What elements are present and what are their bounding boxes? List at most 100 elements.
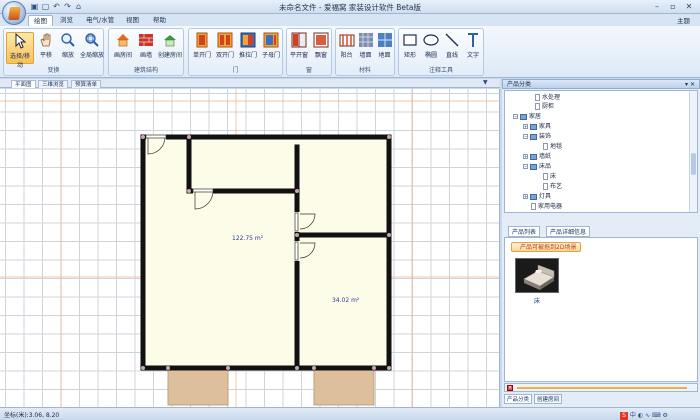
- save-icon[interactable]: ▣: [30, 2, 39, 11]
- document-tab-bar: 平面图 三维浏览 预算清单 ▼: [0, 79, 500, 88]
- tab-3d-browse[interactable]: 三维浏览: [38, 80, 69, 88]
- expand-icon[interactable]: +: [523, 154, 528, 159]
- tree-item[interactable]: − 床品: [523, 162, 551, 171]
- tree-item[interactable]: 床: [543, 172, 556, 181]
- minimize-icon[interactable]: –: [650, 1, 664, 12]
- tree-item[interactable]: 布艺: [543, 182, 562, 191]
- tree-item[interactable]: + 家具: [523, 122, 551, 131]
- window-title: 未命名文件 - 爱福窝 家装设计软件 Beta版: [278, 3, 422, 12]
- tab-budget-list[interactable]: 预算清单: [71, 80, 102, 88]
- casement-window-button[interactable]: 平开窗: [288, 32, 310, 64]
- floor-plan-canvas[interactable]: 122.75 m² 34.02 m²: [0, 89, 500, 407]
- zoom-button[interactable]: 缩放: [58, 32, 78, 64]
- theme-menu[interactable]: 主题: [677, 15, 690, 25]
- open-icon[interactable]: ⌂: [74, 2, 83, 11]
- pan-label: 平移: [39, 52, 52, 59]
- collapse-icon[interactable]: −: [523, 164, 528, 169]
- group-doors-label: 门: [232, 67, 239, 74]
- tab-product-category[interactable]: 产品分类: [504, 394, 533, 404]
- group-annotation-tools: 矩形 椭圆 直线 文字 注释工具: [398, 28, 484, 76]
- close-icon[interactable]: ✕: [682, 1, 696, 12]
- draw-wall-button[interactable]: 画墙: [136, 32, 156, 64]
- tree-item[interactable]: 厨柜: [535, 102, 554, 111]
- ellipse-icon: [423, 34, 439, 46]
- tree-item[interactable]: + 灯具: [523, 192, 551, 201]
- expand-icon[interactable]: +: [523, 124, 528, 129]
- group-transform: 选择/移动 平移 缩放 全局缩放 变换: [3, 28, 104, 76]
- new-icon[interactable]: ▢: [41, 2, 50, 11]
- tab-create-room[interactable]: 创建房间: [534, 394, 563, 404]
- tab-browse[interactable]: 浏览: [55, 15, 78, 26]
- tree-scroll-thumb[interactable]: [691, 153, 696, 175]
- tree-item[interactable]: 地毯: [543, 142, 562, 151]
- hand-icon: [40, 33, 51, 47]
- group-annotation-label: 注释工具: [428, 67, 453, 74]
- sliding-door-label: 推拉门: [238, 52, 257, 59]
- single-door-icon: [196, 32, 208, 48]
- product-tabs: 产品列表 产品详细信息: [504, 225, 698, 237]
- floor-button[interactable]: 地面: [375, 32, 394, 64]
- group-doors: 单开门 双开门 推拉门 子母门 门: [188, 28, 283, 76]
- tab-electric-water[interactable]: 电气/水管: [81, 15, 119, 26]
- maximize-icon[interactable]: ▫: [666, 1, 680, 12]
- balcony-button[interactable]: 阳台: [337, 32, 356, 64]
- floor-label: 地面: [378, 52, 391, 59]
- product-thumbnail[interactable]: [515, 258, 559, 293]
- mother-son-door-button[interactable]: 子母门: [260, 32, 282, 64]
- product-name[interactable]: 床: [515, 296, 559, 305]
- rectangle-button[interactable]: 矩形: [400, 32, 420, 64]
- ellipse-button[interactable]: 椭圆: [421, 32, 441, 64]
- folder-icon: [520, 113, 527, 120]
- sliding-door-button[interactable]: 推拉门: [237, 32, 259, 64]
- pan-button[interactable]: 平移: [36, 32, 56, 64]
- tab-product-details[interactable]: 产品详细信息: [546, 226, 591, 237]
- line-button[interactable]: 直线: [442, 32, 462, 64]
- collapse-icon[interactable]: −: [523, 134, 528, 139]
- tab-dropdown-icon[interactable]: ▼: [483, 79, 488, 86]
- text-button[interactable]: 文字: [463, 32, 483, 64]
- panel-pin-icon[interactable]: ▾ ✕: [685, 80, 695, 90]
- tab-help[interactable]: 帮助: [148, 15, 171, 26]
- ime-logo-icon: S: [620, 412, 628, 420]
- wall-surface-button[interactable]: 墙面: [356, 32, 375, 64]
- tree-item[interactable]: − 装饰: [523, 132, 551, 141]
- tree-item[interactable]: 水处理: [535, 93, 560, 102]
- group-materials-label: 材料: [358, 67, 371, 74]
- draw-room-button[interactable]: 画房间: [111, 32, 135, 64]
- room-area-label-small: 34.02 m²: [332, 297, 360, 304]
- ribbon: 选择/移动 平移 缩放 全局缩放 变换 画房间 画墙 创建房间 建筑结构 单开门…: [0, 26, 700, 78]
- tab-floor-plan[interactable]: 平面图: [11, 80, 36, 88]
- tab-product-list[interactable]: 产品列表: [508, 226, 541, 237]
- product-category-title: 产品分类: [507, 81, 532, 88]
- tree-item[interactable]: − 家居: [513, 112, 541, 121]
- group-windows: 平开窗 飘窗 窗: [286, 28, 332, 76]
- group-structure-label: 建筑结构: [133, 67, 158, 74]
- create-room-button[interactable]: 创建房间: [157, 32, 183, 64]
- app-menu-button[interactable]: [2, 1, 26, 25]
- draw-wall-label: 画墙: [139, 52, 152, 59]
- zoom-all-icon: [85, 33, 99, 47]
- house-icon: [117, 34, 129, 47]
- collapse-icon[interactable]: −: [513, 114, 518, 119]
- tab-view[interactable]: 视图: [121, 15, 144, 26]
- tree-item[interactable]: 家用电器: [531, 202, 562, 211]
- tree-scrollbar[interactable]: [689, 91, 697, 212]
- fit-zoom-button[interactable]: 全局缩放: [80, 32, 104, 64]
- single-door-button[interactable]: 单开门: [191, 32, 213, 64]
- redo-icon[interactable]: ↷: [63, 2, 72, 11]
- bay-window-button[interactable]: 飘窗: [310, 32, 332, 64]
- double-door-button[interactable]: 双开门: [214, 32, 236, 64]
- line-label: 直线: [445, 52, 458, 59]
- tree-item[interactable]: + 墙纸: [523, 152, 551, 161]
- close-small-icon[interactable]: ✕: [507, 385, 513, 391]
- text-label: 文字: [466, 52, 479, 59]
- expand-icon[interactable]: +: [523, 194, 528, 199]
- undo-icon[interactable]: ↶: [52, 2, 61, 11]
- mother-son-door-label: 子母门: [261, 52, 280, 59]
- select-move-button[interactable]: 选择/移动: [6, 32, 34, 69]
- tab-draw[interactable]: 绘图: [28, 15, 53, 26]
- ime-mode-icon[interactable]: 中 ◐ ∿ ⌨ ⚙: [630, 412, 668, 419]
- scroll-track[interactable]: [517, 387, 687, 389]
- ime-toolbar[interactable]: S 中 ◐ ∿ ⌨ ⚙: [620, 410, 698, 420]
- product-horizontal-scrollbar[interactable]: ✕: [504, 383, 698, 392]
